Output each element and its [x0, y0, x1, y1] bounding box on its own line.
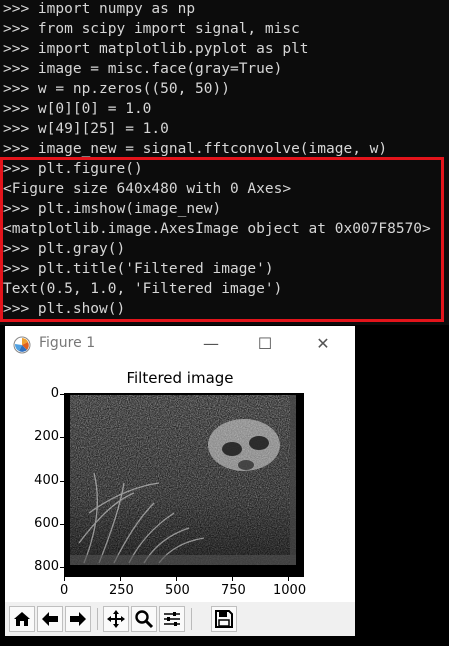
image-axes[interactable] — [64, 393, 304, 577]
forward-arrow-icon — [70, 612, 86, 626]
y-tickmark — [60, 437, 64, 438]
configure-subplots-icon — [164, 612, 180, 626]
terminal-line: >>> image_new = signal.fftconvolve(image… — [3, 141, 388, 157]
maximize-button[interactable]: ☐ — [251, 332, 279, 356]
home-icon — [14, 612, 30, 626]
terminal-line: >>> import matplotlib.pyplot as plt — [3, 41, 309, 57]
save-icon — [215, 610, 233, 628]
x-tickmark — [120, 577, 121, 581]
terminal-line: >>> w[49][25] = 1.0 — [3, 121, 169, 137]
terminal-line: >>> import numpy as np — [3, 1, 196, 17]
pan-button[interactable] — [103, 606, 129, 632]
x-tick-label: 250 — [109, 583, 134, 598]
x-tick-label: 0 — [60, 583, 69, 598]
zoom-icon — [135, 610, 154, 629]
y-tickmark — [60, 567, 64, 568]
x-tick-label: 1000 — [273, 583, 307, 598]
x-tick-label: 750 — [221, 583, 246, 598]
zoom-button[interactable] — [131, 606, 157, 632]
plot-title: Filtered image — [126, 369, 234, 387]
y-tick-label: 600 — [34, 516, 59, 531]
figure-window[interactable]: Figure 1 — ☐ ✕ Filtered image 0 200 400 … — [5, 326, 355, 636]
terminal-line: >>> w[0][0] = 1.0 — [3, 101, 152, 117]
configure-subplots-button[interactable] — [159, 606, 185, 632]
terminal-line: >>> w = np.zeros((50, 50)) — [3, 81, 230, 97]
terminal-line: >>> from scipy import signal, misc — [3, 21, 300, 37]
terminal-line: >>> image = misc.face(gray=True) — [3, 61, 283, 77]
pan-icon — [107, 610, 125, 628]
toolbar-separator — [97, 608, 98, 630]
y-tickmark — [60, 394, 64, 395]
terminal-window[interactable]: >>> import numpy as np >>> from scipy im… — [0, 0, 449, 325]
y-tick-label: 400 — [34, 473, 59, 488]
matplotlib-app-icon — [13, 336, 31, 354]
forward-button[interactable] — [65, 606, 91, 632]
y-tick-label: 800 — [34, 559, 59, 574]
x-tick-label: 500 — [165, 583, 190, 598]
y-tickmark — [60, 524, 64, 525]
x-tickmark — [232, 577, 233, 581]
navigation-toolbar — [5, 602, 355, 636]
y-tickmark — [60, 481, 64, 482]
back-arrow-icon — [42, 612, 58, 626]
x-tickmark — [288, 577, 289, 581]
x-tickmark — [176, 577, 177, 581]
highlight-annotation-box — [0, 157, 444, 322]
save-button[interactable] — [211, 606, 237, 632]
back-button[interactable] — [37, 606, 63, 632]
y-tick-label: 0 — [50, 386, 59, 401]
minimize-button[interactable]: — — [197, 332, 225, 356]
window-title: Figure 1 — [39, 335, 96, 351]
x-tickmark — [64, 577, 65, 581]
close-button[interactable]: ✕ — [309, 332, 337, 356]
y-tick-label: 200 — [34, 429, 59, 444]
home-button[interactable] — [9, 606, 35, 632]
toolbar-separator — [191, 608, 192, 630]
window-titlebar[interactable]: Figure 1 — ☐ ✕ — [5, 326, 355, 362]
